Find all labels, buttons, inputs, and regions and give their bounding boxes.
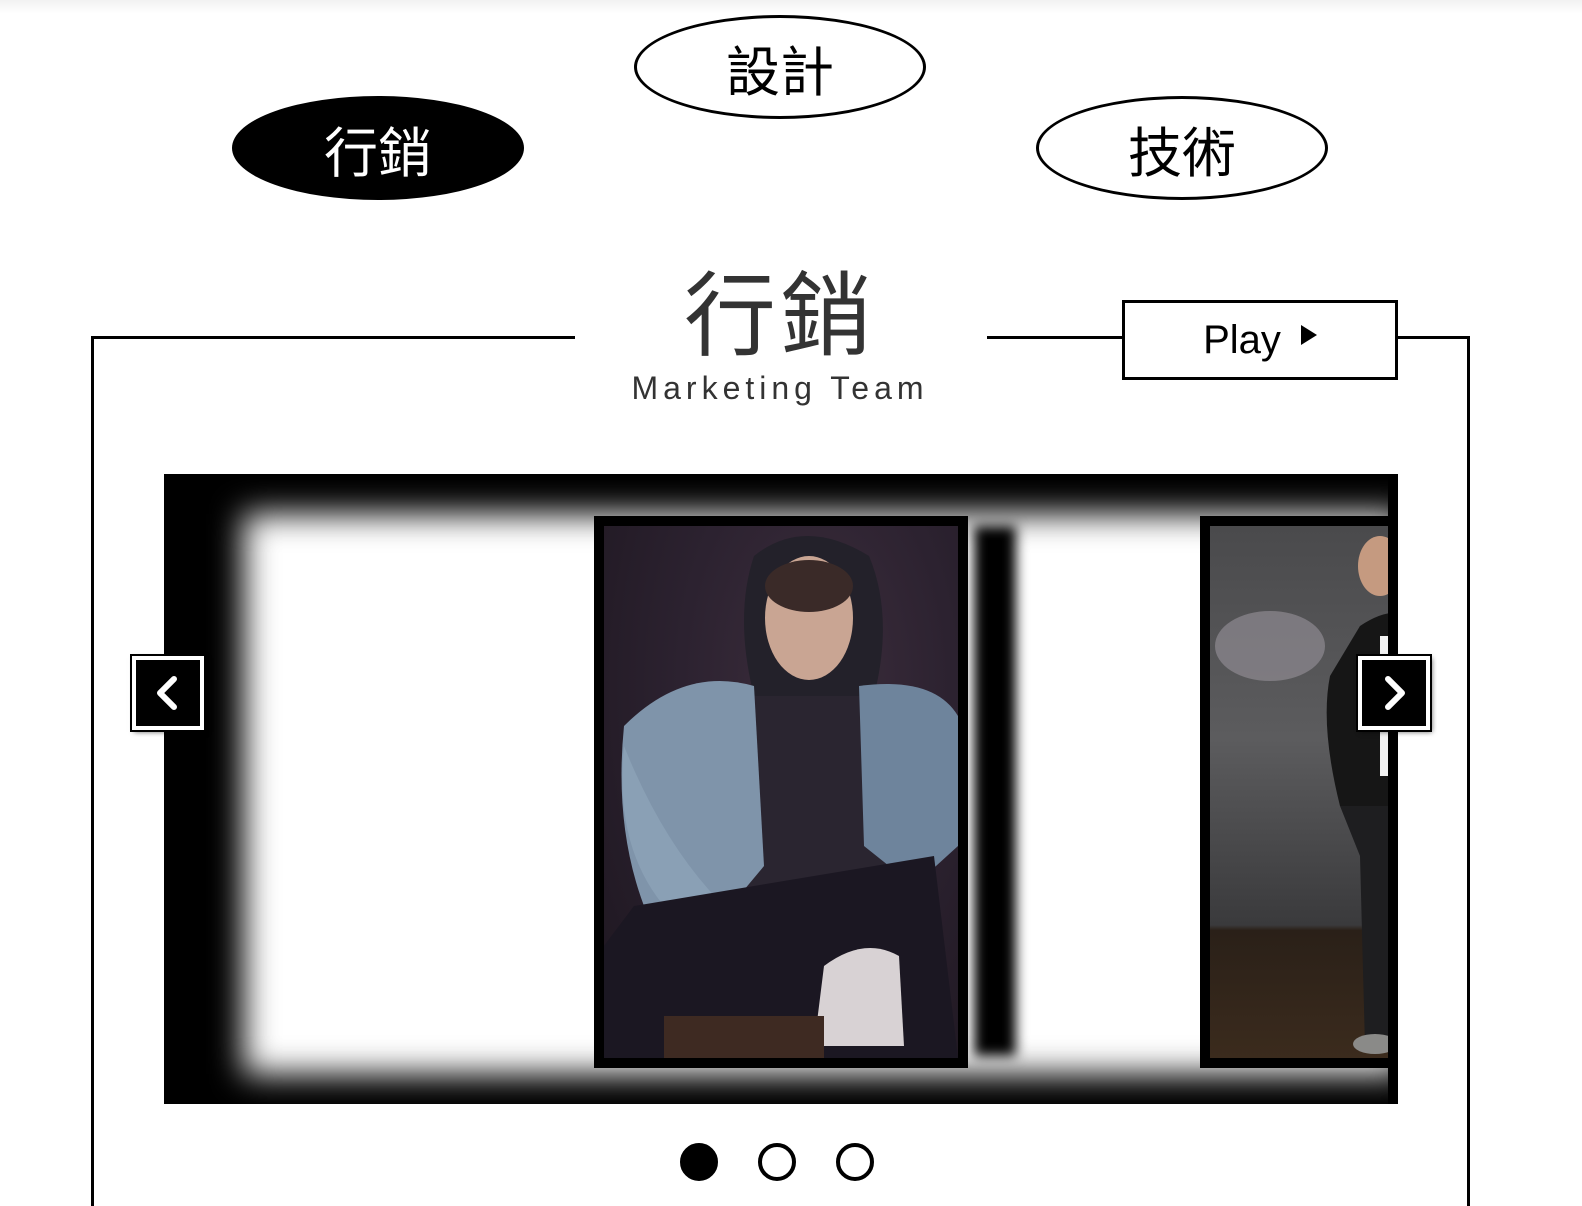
pagination-dot-3[interactable] — [836, 1143, 874, 1181]
frame-top-left-line — [91, 336, 575, 339]
carousel-stage — [164, 474, 1398, 1104]
top-shadow-bar — [0, 0, 1582, 14]
pagination-dot-2[interactable] — [758, 1143, 796, 1181]
frame-left-line — [91, 336, 94, 1206]
section-title: 行銷 — [683, 263, 876, 370]
chevron-right-icon — [1385, 676, 1405, 710]
frame-right-line — [1467, 336, 1470, 1206]
section-heading: 行銷 Marketing Team — [580, 262, 980, 407]
section-subtitle: Marketing Team — [631, 370, 929, 406]
card-shadow — [974, 526, 1016, 1056]
pagination-dot-1[interactable] — [680, 1143, 718, 1181]
tab-design[interactable]: 設計 — [634, 15, 926, 119]
next-slide-button[interactable] — [1356, 654, 1432, 732]
chevron-left-icon — [157, 676, 177, 710]
carousel-pagination — [680, 1143, 874, 1181]
team-member-photo — [1210, 526, 1398, 1058]
play-label: Play — [1203, 317, 1281, 362]
tab-tech[interactable]: 技術 — [1036, 96, 1328, 200]
team-member-photo — [604, 526, 958, 1058]
prev-slide-button[interactable] — [130, 654, 206, 732]
frame-top-right-line — [1397, 336, 1470, 339]
tab-marketing[interactable]: 行銷 — [232, 96, 524, 200]
frame-top-mid-line — [987, 336, 1123, 339]
slide-card-active[interactable] — [594, 516, 968, 1068]
person-illustration — [604, 536, 958, 1058]
person-illustration — [1215, 536, 1398, 1054]
play-button[interactable]: Play — [1122, 300, 1398, 380]
slide-card-next[interactable] — [1200, 516, 1398, 1068]
stage-edge — [1388, 474, 1398, 1104]
play-triangle-icon — [1300, 325, 1317, 345]
